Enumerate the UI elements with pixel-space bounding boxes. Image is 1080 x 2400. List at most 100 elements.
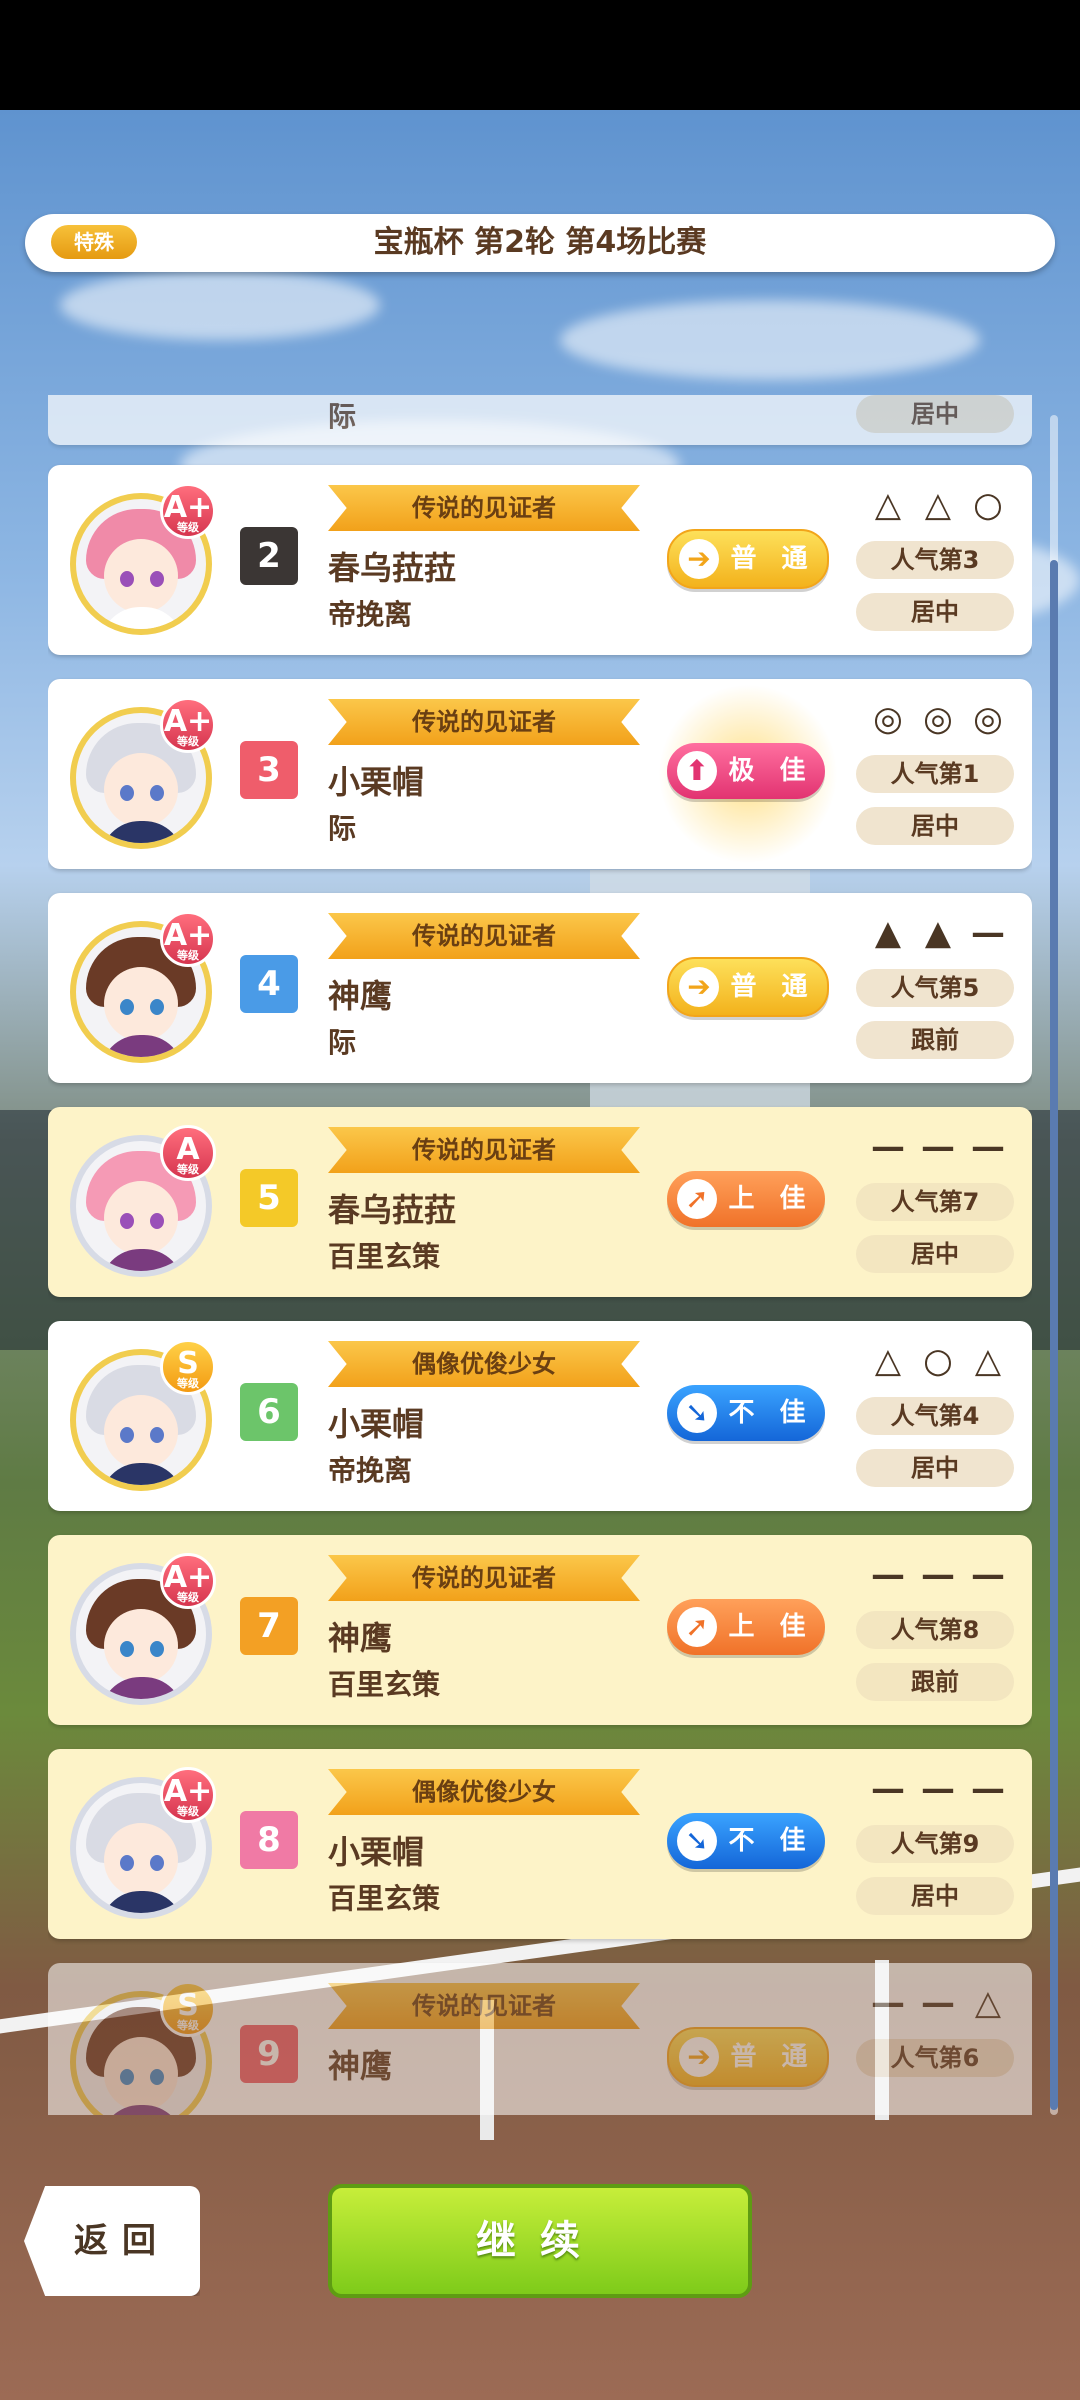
avatar[interactable]: A+ 等级: [70, 1767, 218, 1925]
avatar[interactable]: A+ 等级: [70, 1553, 218, 1711]
entry-card[interactable]: S 等级 6 偶像优俊少女 小栗帽 帝挽离 ➘ 不 佳 △ ○ △ 人气第4 居…: [48, 1321, 1032, 1511]
prediction-mark: △: [874, 485, 902, 525]
avatar[interactable]: A+ 等级: [70, 483, 218, 641]
entry-card[interactable]: A+ 等级 8 偶像优俊少女 小栗帽 百里玄策 ➘ 不 佳 — — — 人气第9…: [48, 1749, 1032, 1939]
race-title: 宝瓶杯 第2轮 第4场比赛: [373, 225, 707, 260]
grade-value: S: [177, 1346, 199, 1381]
entry-card[interactable]: A 等级 5 传说的见证者 春乌菈菈 百里玄策 ➚ 上 佳 — — — 人气第7…: [48, 1107, 1032, 1297]
strategy-badge: 跟前: [856, 1021, 1014, 1059]
gate-number: 3: [240, 741, 298, 799]
trainer-name: 百里玄策: [328, 1240, 441, 1273]
grade-badge: S 等级: [160, 1981, 216, 2037]
popularity-badge: 人气第6: [856, 2039, 1014, 2077]
gate-number: 9: [240, 2025, 298, 2083]
strategy-badge: 居中: [856, 1235, 1014, 1273]
gate-number: 5: [240, 1169, 298, 1227]
prediction-mark: —: [971, 1555, 1005, 1595]
grade-label: 等级: [177, 1591, 199, 1604]
trainer-name: 际: [328, 1026, 357, 1059]
popularity-badge: 人气第1: [856, 755, 1014, 793]
prediction-mark: △: [974, 1983, 1002, 2023]
popularity-badge: 人气第8: [856, 1611, 1014, 1649]
entry-card[interactable]: A+ 等级 3 传说的见证者 小栗帽 际 ⬆ 极 佳 ◎ ◎ ◎ 人气第1 居中: [48, 679, 1032, 869]
strategy-badge: 居中: [856, 593, 1014, 631]
horse-name: 小栗帽: [328, 1405, 425, 1443]
grade-value: A+: [163, 490, 213, 525]
trainer-name: 百里玄策: [328, 1668, 441, 1701]
grade-label: 等级: [177, 2019, 199, 2032]
horse-name: 小栗帽: [328, 1833, 425, 1871]
trainer-name: 际: [328, 400, 357, 433]
entry-card[interactable]: A+ 等级 7 传说的见证者 神鹰 百里玄策 ➚ 上 佳 — — — 人气第8 …: [48, 1535, 1032, 1725]
condition-label: 极 佳: [728, 756, 814, 786]
prediction-mark: —: [971, 913, 1005, 953]
grade-label: 等级: [177, 735, 199, 748]
strategy-badge: 居中: [856, 807, 1014, 845]
prediction-mark: —: [971, 1769, 1005, 1809]
condition-label: 普 通: [730, 2042, 816, 2072]
grade-value: A: [176, 1132, 200, 1167]
condition-label: 不 佳: [728, 1826, 814, 1856]
prediction-mark: —: [871, 1983, 905, 2023]
epithet-ribbon: 传说的见证者: [328, 913, 640, 959]
condition-arrow-icon: ➔: [679, 2037, 719, 2077]
epithet-ribbon: 传说的见证者: [328, 1555, 640, 1601]
prediction-mark: —: [921, 1983, 955, 2023]
horse-name: 春乌菈菈: [328, 549, 457, 587]
condition-badge: ➔ 普 通: [667, 2027, 829, 2087]
grade-value: A+: [163, 918, 213, 953]
avatar[interactable]: S 等级: [70, 1981, 218, 2115]
condition-arrow-icon: ➘: [677, 1393, 717, 1433]
grade-value: A+: [163, 704, 213, 739]
prediction-marks: — — △: [868, 1983, 1028, 2023]
prediction-mark: ◎: [923, 699, 953, 739]
avatar[interactable]: A 等级: [70, 1125, 218, 1283]
condition-label: 不 佳: [728, 1398, 814, 1428]
avatar[interactable]: A+ 等级: [70, 697, 218, 855]
prediction-mark: ◎: [873, 699, 903, 739]
avatar[interactable]: S 等级: [70, 1339, 218, 1497]
prediction-mark: ○: [923, 1341, 953, 1381]
condition-label: 普 通: [730, 972, 816, 1002]
prediction-marks: △ ○ △: [868, 1341, 1028, 1381]
prediction-mark: ○: [973, 485, 1003, 525]
condition-badge: ➔ 普 通: [667, 529, 829, 589]
prediction-mark: —: [971, 1127, 1005, 1167]
grade-value: A+: [163, 1774, 213, 1809]
horse-name: 神鹰: [328, 1619, 393, 1657]
prediction-marks: — — —: [868, 1555, 1028, 1595]
grade-label: 等级: [177, 949, 199, 962]
prediction-mark: ◎: [973, 699, 1003, 739]
entry-list[interactable]: 际 居中 A+ 等级 2 传说的见证者 春乌菈菈 帝挽离 ➔ 普 通 △ △ ○…: [48, 395, 1032, 2115]
popularity-badge: 人气第4: [856, 1397, 1014, 1435]
prediction-marks: ▲ ▲ —: [868, 913, 1028, 953]
grade-badge: A+ 等级: [160, 483, 216, 539]
prediction-mark: ▲: [874, 913, 902, 953]
gate-number: 8: [240, 1811, 298, 1869]
entry-card[interactable]: A+ 等级 2 传说的见证者 春乌菈菈 帝挽离 ➔ 普 通 △ △ ○ 人气第3…: [48, 465, 1032, 655]
avatar[interactable]: A+ 等级: [70, 911, 218, 1069]
grade-label: 等级: [177, 1163, 199, 1176]
gate-number: 4: [240, 955, 298, 1013]
condition-badge: ➘ 不 佳: [667, 1813, 825, 1869]
scrollbar-thumb[interactable]: [1050, 560, 1058, 2110]
prediction-mark: △: [924, 485, 952, 525]
strategy-badge: 居中: [856, 395, 1014, 433]
popularity-badge: 人气第3: [856, 541, 1014, 579]
entry-card[interactable]: A+ 等级 4 传说的见证者 神鹰 际 ➔ 普 通 ▲ ▲ — 人气第5 跟前: [48, 893, 1032, 1083]
prediction-mark: △: [874, 1341, 902, 1381]
condition-arrow-icon: ⬆: [677, 751, 717, 791]
continue-button[interactable]: 继续: [328, 2184, 752, 2298]
grade-badge: S 等级: [160, 1339, 216, 1395]
grade-label: 等级: [177, 521, 199, 534]
grade-badge: A 等级: [160, 1125, 216, 1181]
strategy-badge: 居中: [856, 1449, 1014, 1487]
epithet-ribbon: 偶像优俊少女: [328, 1769, 640, 1815]
epithet-ribbon: 偶像优俊少女: [328, 1341, 640, 1387]
prediction-mark: —: [871, 1127, 905, 1167]
prediction-marks: △ △ ○: [868, 485, 1028, 525]
epithet-ribbon: 传说的见证者: [328, 1127, 640, 1173]
back-button[interactable]: 返回: [24, 2186, 200, 2296]
entry-card[interactable]: S 等级 9 传说的见证者 神鹰 ➔ 普 通 — — △ 人气第6: [48, 1963, 1032, 2115]
entry-card-partial[interactable]: 际 居中: [48, 395, 1032, 445]
